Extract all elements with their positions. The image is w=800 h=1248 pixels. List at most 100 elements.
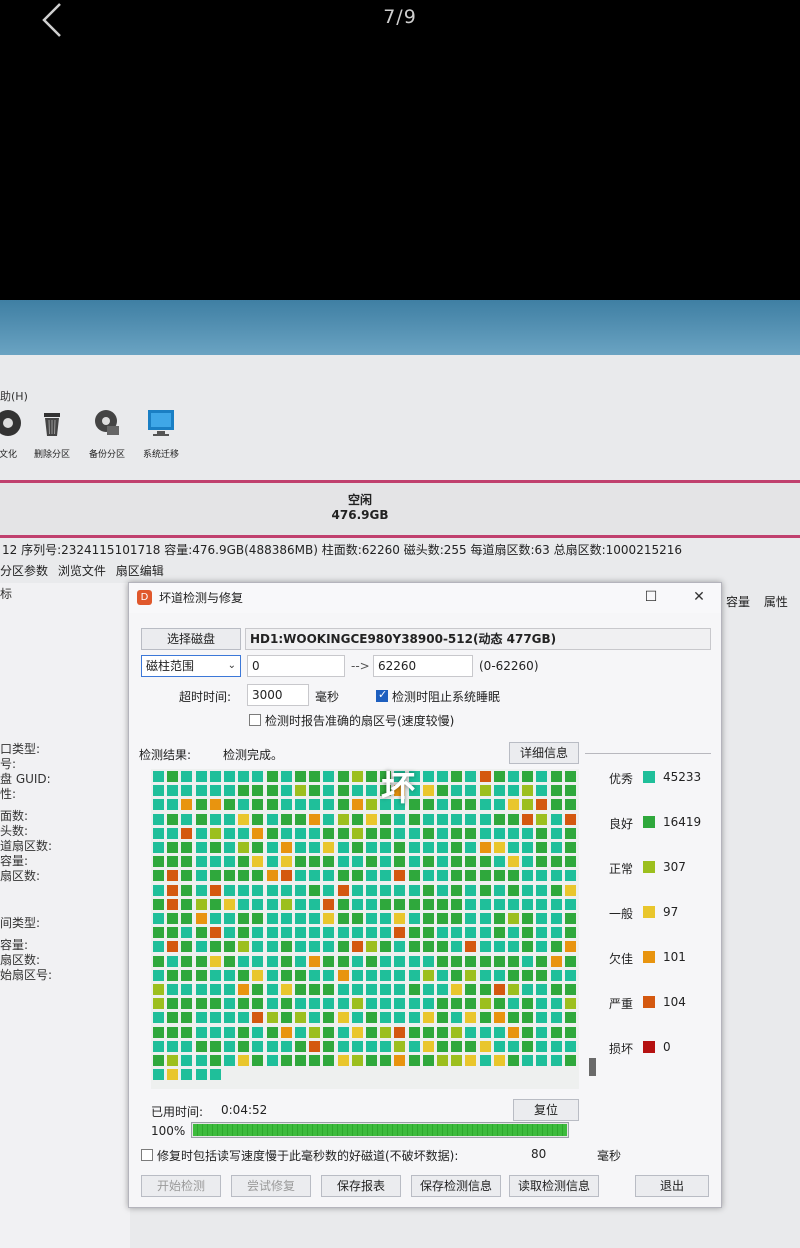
- sector-block: [266, 856, 278, 868]
- tab-partition-params[interactable]: 分区参数: [0, 564, 48, 578]
- sector-block: [408, 1040, 420, 1052]
- range-start-input[interactable]: 0: [247, 655, 345, 677]
- sector-block: [266, 1055, 278, 1066]
- sector-block: [252, 998, 264, 1010]
- range-end-input[interactable]: 62260: [373, 655, 473, 677]
- sector-block: [323, 842, 335, 853]
- sector-block: [564, 842, 576, 853]
- sector-block: [522, 870, 534, 882]
- sector-block: [209, 799, 221, 811]
- sector-block: [550, 927, 562, 939]
- sector-block: [295, 842, 306, 853]
- toolbar-button-delete-partition[interactable]: 删除分区: [22, 407, 82, 461]
- timeout-input[interactable]: 3000: [247, 684, 309, 706]
- menu-help[interactable]: 助(H): [0, 388, 28, 404]
- sector-block: [266, 884, 278, 896]
- sector-block: [280, 884, 292, 896]
- disk-partition-bar[interactable]: 空闲 476.9GB: [0, 480, 800, 538]
- sector-block: [508, 827, 519, 839]
- dialog-titlebar[interactable]: D 坏道检测与修复 ☐ ✕: [129, 583, 721, 613]
- sector-block: [408, 998, 420, 1010]
- sector-block: [252, 799, 264, 811]
- tab-sector-edit[interactable]: 扇区编辑: [116, 564, 164, 578]
- start-scan-button[interactable]: 开始检测: [141, 1175, 221, 1197]
- migrate-monitor-icon: [148, 410, 174, 436]
- sector-block: [153, 969, 164, 981]
- report-sector-checkbox[interactable]: [249, 714, 261, 726]
- sector-block: [408, 984, 420, 995]
- sector-block: [266, 984, 278, 995]
- repair-slow-value[interactable]: 80: [531, 1147, 546, 1161]
- sector-block: [437, 998, 448, 1010]
- sector-block: [224, 969, 235, 981]
- sector-block: [337, 771, 349, 782]
- sector-block: [252, 842, 264, 853]
- sector-block: [564, 813, 576, 825]
- column-capacity[interactable]: 容量: [726, 595, 750, 609]
- exit-button[interactable]: 退出: [635, 1175, 709, 1197]
- sector-block: [422, 927, 434, 939]
- sector-block: [380, 913, 392, 924]
- repair-slow-checkbox[interactable]: [141, 1149, 153, 1161]
- sector-block: [280, 927, 292, 939]
- sector-block: [238, 984, 250, 995]
- sector-block: [394, 941, 406, 953]
- sector-block: [465, 785, 477, 797]
- sector-block: [422, 998, 434, 1010]
- sector-block: [522, 969, 534, 981]
- sector-block: [224, 799, 235, 811]
- prevent-sleep-checkbox[interactable]: [376, 688, 388, 702]
- try-repair-button[interactable]: 尝试修复: [231, 1175, 311, 1197]
- sector-block: [422, 842, 434, 853]
- tab-browse-files[interactable]: 浏览文件: [58, 564, 106, 578]
- sector-block: [522, 913, 534, 924]
- sector-block: [366, 984, 377, 995]
- sector-block: [508, 1040, 519, 1052]
- sector-block: [224, 898, 235, 910]
- sector-block: [422, 955, 434, 967]
- range-type-select[interactable]: 磁柱范围 ⌄: [141, 655, 241, 677]
- sector-block: [508, 898, 519, 910]
- sector-block: [266, 927, 278, 939]
- save-report-button[interactable]: 保存报表: [321, 1175, 401, 1197]
- maximize-icon[interactable]: ☐: [639, 589, 663, 605]
- select-disk-button[interactable]: 选择磁盘: [141, 628, 241, 650]
- column-attributes[interactable]: 属性: [764, 595, 788, 609]
- sector-block: [181, 984, 193, 995]
- sector-block: [437, 1012, 448, 1024]
- toolbar-button-backup-partition[interactable]: 备份分区: [77, 407, 137, 461]
- sector-block: [238, 913, 250, 924]
- sector-block: [280, 856, 292, 868]
- sector-block: [550, 856, 562, 868]
- sector-block: [224, 998, 235, 1010]
- sector-block: [550, 870, 562, 882]
- close-icon[interactable]: ✕: [687, 589, 711, 605]
- grid-scrollbar[interactable]: [589, 1058, 596, 1076]
- load-scan-info-button[interactable]: 读取检测信息: [509, 1175, 599, 1197]
- sector-block: [394, 1012, 406, 1024]
- reset-button[interactable]: 复位: [513, 1099, 579, 1121]
- sector-block: [295, 913, 306, 924]
- sector-block: [181, 884, 193, 896]
- detail-info-button[interactable]: 详细信息: [509, 742, 579, 764]
- sector-block: [351, 998, 363, 1010]
- sector-block: [522, 856, 534, 868]
- save-scan-info-button[interactable]: 保存检测信息: [411, 1175, 501, 1197]
- sector-block: [380, 998, 392, 1010]
- sector-block: [295, 1012, 306, 1024]
- sector-block: [238, 1040, 250, 1052]
- sector-block: [465, 1026, 477, 1038]
- sector-block: [522, 771, 534, 782]
- sector-block: [465, 1012, 477, 1024]
- sector-block: [238, 771, 250, 782]
- sector-block: [280, 1012, 292, 1024]
- prevent-sleep-label: 检测时阻止系统睡眠: [392, 690, 501, 704]
- sector-block: [394, 1040, 406, 1052]
- sector-block: [550, 913, 562, 924]
- sector-block: [465, 827, 477, 839]
- sector-block: [280, 813, 292, 825]
- sector-block: [181, 941, 193, 953]
- sector-block: [536, 955, 548, 967]
- sector-block: [238, 870, 250, 882]
- toolbar-button-system-migrate[interactable]: 系统迁移: [131, 407, 191, 461]
